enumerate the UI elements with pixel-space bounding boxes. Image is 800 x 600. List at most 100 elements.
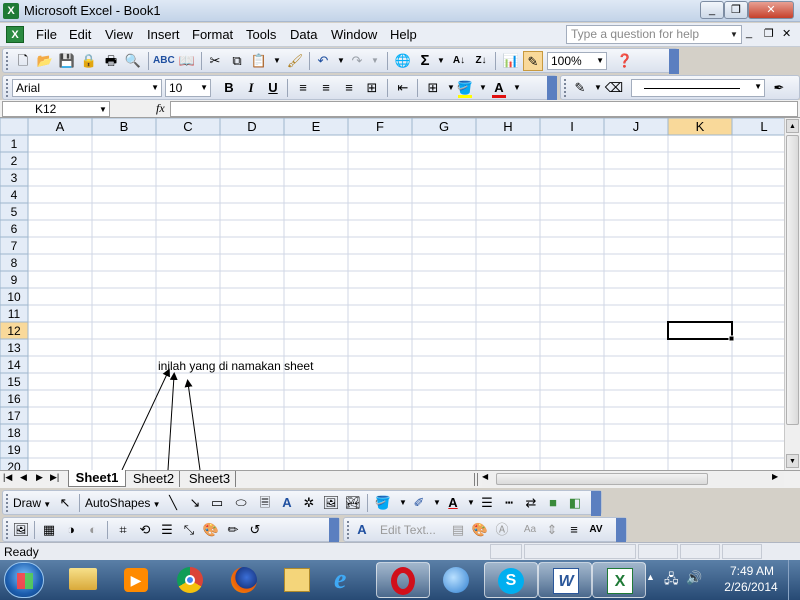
spelling-icon[interactable]: ABC: [153, 51, 175, 71]
menu-window[interactable]: Window: [331, 27, 377, 42]
merge-center-icon[interactable]: ⊞: [362, 78, 382, 98]
horizontal-scrollbar[interactable]: ◀ ▶: [482, 472, 784, 487]
clock-time[interactable]: 7:49 AM: [722, 564, 782, 578]
chevron-down-icon[interactable]: ▼: [727, 26, 741, 43]
picture-icon[interactable]: 🏞: [343, 493, 363, 513]
sort-descending-icon[interactable]: Z↓: [471, 51, 491, 71]
show-hidden-icons-icon[interactable]: ▲: [646, 572, 655, 582]
help-icon[interactable]: ❓: [615, 51, 635, 71]
show-desktop-button[interactable]: [788, 560, 800, 600]
hyperlink-icon[interactable]: 🌐: [393, 51, 413, 71]
prev-sheet-icon[interactable]: ◀: [20, 472, 27, 483]
3d-style-icon[interactable]: ◧: [565, 493, 585, 513]
sheet-tab-sheet3[interactable]: Sheet3: [184, 471, 236, 487]
toolbar-grip[interactable]: [6, 79, 9, 97]
formula-input[interactable]: [170, 101, 798, 117]
scroll-left-icon[interactable]: ◀: [482, 472, 488, 481]
taskbar-excel[interactable]: X: [592, 562, 646, 598]
line-style-icon[interactable]: ☰: [477, 493, 497, 513]
toolbar-options-icon[interactable]: [616, 518, 626, 543]
edit-text-button[interactable]: Edit Text...: [380, 523, 436, 537]
taskbar-media-player[interactable]: ▶: [110, 562, 164, 598]
taskbar-skype[interactable]: S: [484, 562, 538, 598]
doc-minimize-button[interactable]: _: [746, 27, 752, 39]
crop-icon[interactable]: ⌗: [113, 520, 133, 540]
font-color-icon[interactable]: A: [443, 493, 463, 513]
align-center-icon[interactable]: ≡: [316, 78, 336, 98]
underline-button[interactable]: U: [263, 78, 283, 98]
alignment-icon[interactable]: ≡: [564, 520, 584, 540]
menu-view[interactable]: View: [105, 27, 133, 42]
minimize-button[interactable]: _: [700, 1, 724, 19]
align-left-icon[interactable]: ≡: [293, 78, 313, 98]
excel-app-icon[interactable]: X: [3, 3, 19, 19]
redo-icon[interactable]: ↷: [347, 51, 367, 71]
toolbar-options-icon[interactable]: [329, 518, 339, 543]
line-color-icon[interactable]: ✒: [769, 78, 789, 98]
chevron-down-icon[interactable]: ▼: [754, 82, 762, 91]
toolbar-grip[interactable]: [347, 521, 350, 539]
doc-close-button[interactable]: ✕: [782, 27, 791, 40]
wordart-icon[interactable]: A: [277, 493, 297, 513]
reset-picture-icon[interactable]: ↺: [245, 520, 265, 540]
tab-split-handle[interactable]: [474, 473, 478, 486]
taskbar-word[interactable]: W: [538, 562, 592, 598]
cut-icon[interactable]: ✂: [205, 51, 225, 71]
taskbar-paint[interactable]: [270, 562, 324, 598]
arrow-icon[interactable]: ↘: [185, 493, 205, 513]
draw-border-icon[interactable]: ✎: [570, 78, 590, 98]
start-button[interactable]: [4, 562, 44, 598]
menu-data[interactable]: Data: [290, 27, 317, 42]
font-size-select[interactable]: 10 ▼: [165, 79, 211, 97]
sheet-tab-sheet1[interactable]: Sheet1: [68, 470, 126, 487]
chevron-down-icon[interactable]: ▼: [267, 51, 287, 71]
first-sheet-icon[interactable]: |◀: [3, 472, 12, 483]
paste-icon[interactable]: 📋: [249, 51, 269, 71]
chart-wizard-icon[interactable]: 📊: [501, 51, 521, 71]
decrease-indent-icon[interactable]: ⇤: [393, 78, 413, 98]
name-box[interactable]: K12 ▼: [2, 101, 110, 117]
draw-menu-button[interactable]: Draw ▼: [13, 496, 51, 510]
clip-art-icon[interactable]: 🖼: [321, 493, 341, 513]
taskbar-firefox[interactable]: [218, 562, 272, 598]
clock-date[interactable]: 2/26/2014: [716, 580, 786, 594]
research-icon[interactable]: 📖: [177, 51, 197, 71]
font-name-select[interactable]: Arial ▼: [12, 79, 162, 97]
help-search-input[interactable]: Type a question for help ▼: [566, 25, 742, 44]
shadow-style-icon[interactable]: ■: [543, 493, 563, 513]
save-icon[interactable]: 💾: [57, 51, 77, 71]
vertical-text-icon[interactable]: ⇕: [542, 520, 562, 540]
format-picture-icon[interactable]: 🎨: [201, 520, 221, 540]
wordart-gallery-icon[interactable]: ▤: [448, 520, 468, 540]
compress-icon[interactable]: ⤡: [179, 520, 199, 540]
undo-icon[interactable]: ↶: [313, 51, 333, 71]
permission-icon[interactable]: 🔒: [79, 51, 99, 71]
toolbar-options-icon[interactable]: [591, 491, 601, 516]
scroll-up-icon[interactable]: ▲: [786, 119, 799, 133]
open-folder-icon[interactable]: 📂: [35, 51, 55, 71]
toolbar-grip[interactable]: [6, 52, 9, 70]
same-letter-heights-icon[interactable]: Aa: [520, 520, 540, 540]
autoshapes-menu-button[interactable]: AutoShapes ▼: [85, 496, 161, 510]
workbook-icon[interactable]: X: [6, 26, 24, 43]
rotate-icon[interactable]: ⟲: [135, 520, 155, 540]
chevron-down-icon[interactable]: ▼: [596, 53, 604, 69]
zoom-select[interactable]: 100% ▼: [547, 52, 607, 70]
copy-icon[interactable]: ⧉: [227, 51, 247, 71]
brightness-icon[interactable]: ◐: [83, 520, 103, 540]
arrow-style-icon[interactable]: ⇄: [521, 493, 541, 513]
taskbar-explorer[interactable]: [56, 562, 110, 598]
line-color-icon[interactable]: ✐: [409, 493, 429, 513]
sort-ascending-icon[interactable]: A↓: [449, 51, 469, 71]
worksheet-grid[interactable]: A B C D E F G H I J K L 1 2 3 4 5 6 7 8 9 10 11 12 13 14 15 16 17 18 1…: [0, 118, 784, 470]
scroll-right-icon[interactable]: ▶: [772, 472, 778, 481]
menu-edit[interactable]: Edit: [69, 27, 91, 42]
volume-icon[interactable]: 🔊: [686, 570, 702, 586]
last-sheet-icon[interactable]: ▶|: [50, 472, 59, 483]
line-icon[interactable]: ╲: [163, 493, 183, 513]
menu-tools[interactable]: Tools: [246, 27, 276, 42]
toolbar-options-icon[interactable]: [547, 76, 557, 101]
vertical-scrollbar[interactable]: ▲ ▼: [784, 118, 800, 470]
chevron-down-icon[interactable]: ▼: [507, 78, 527, 98]
menu-insert[interactable]: Insert: [147, 27, 180, 42]
